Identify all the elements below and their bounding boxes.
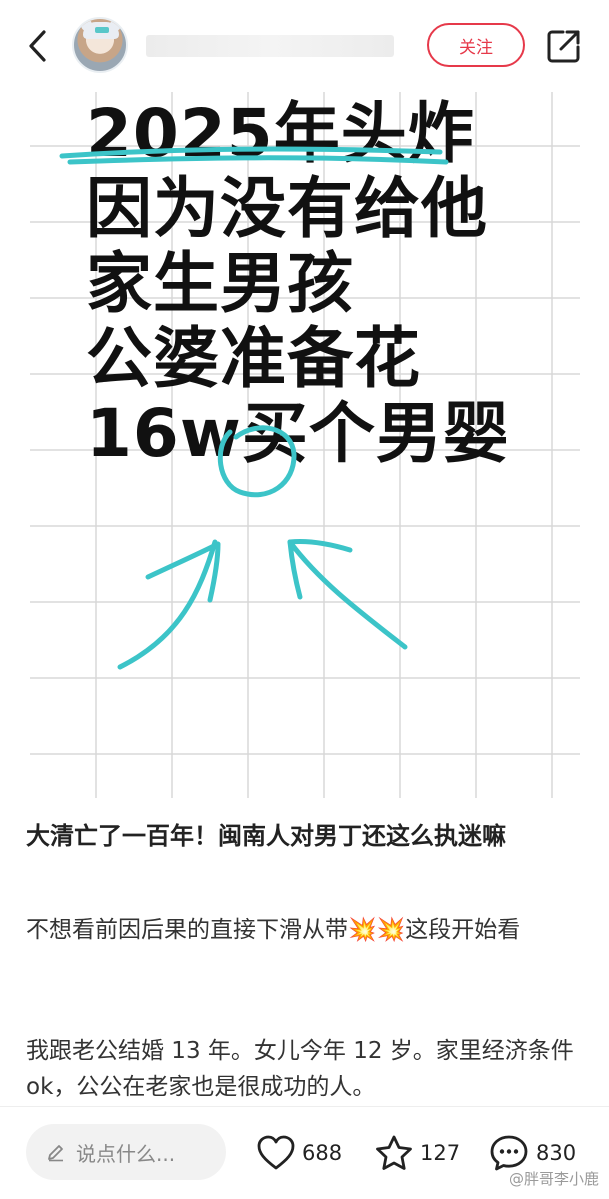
comment-placeholder: 说点什么... [76,1141,176,1166]
chevron-left-icon[interactable] [22,26,56,66]
chat-bubble-icon [490,1135,528,1171]
comment-input[interactable]: 说点什么... [26,1124,226,1180]
headline-line: 16w买个男婴 [86,395,510,472]
follow-button[interactable]: 关注 [427,23,525,67]
pencil-icon [48,1145,63,1162]
headline-text: 2025年头炸 因为没有给他 家生男孩 公婆准备花 16w买个男婴 [86,96,510,471]
bottom-action-bar: 说点什么... 688 127 830 @胖哥李小鹿 [0,1106,609,1199]
star-icon [376,1135,412,1170]
avatar[interactable] [72,17,128,73]
post-title: 大清亡了一百年！闽南人对男丁还这么执迷嘛 [26,822,506,850]
heart-icon [257,1135,295,1170]
watermark: @胖哥李小鹿 [508,1170,599,1188]
headline-line: 2025年头炸 [86,95,475,172]
favorite-count: 127 [420,1141,461,1165]
share-out-icon[interactable] [545,27,583,65]
post-paragraph: 我跟老公结婚 13 年。女儿今年 12 岁。家里经济条件 ok，公公在老家也是很… [26,1038,574,1100]
headline-line: 因为没有给他 [86,170,488,247]
headline-line: 家生男孩 [86,245,354,322]
favorite-button[interactable]: 127 [374,1129,460,1177]
headline-line: 公婆准备花 [86,320,421,397]
comment-count: 830 [536,1141,577,1165]
like-button[interactable]: 688 [256,1129,342,1177]
post-image[interactable]: 2025年头炸 因为没有给他 家生男孩 公婆准备花 16w买个男婴 [0,92,609,798]
post-paragraph: 不想看前因后果的直接下滑从带💥💥这段开始看 [26,917,521,943]
username-blurred[interactable] [146,35,394,57]
top-bar: 关注 [0,0,609,92]
like-count: 688 [302,1141,343,1165]
